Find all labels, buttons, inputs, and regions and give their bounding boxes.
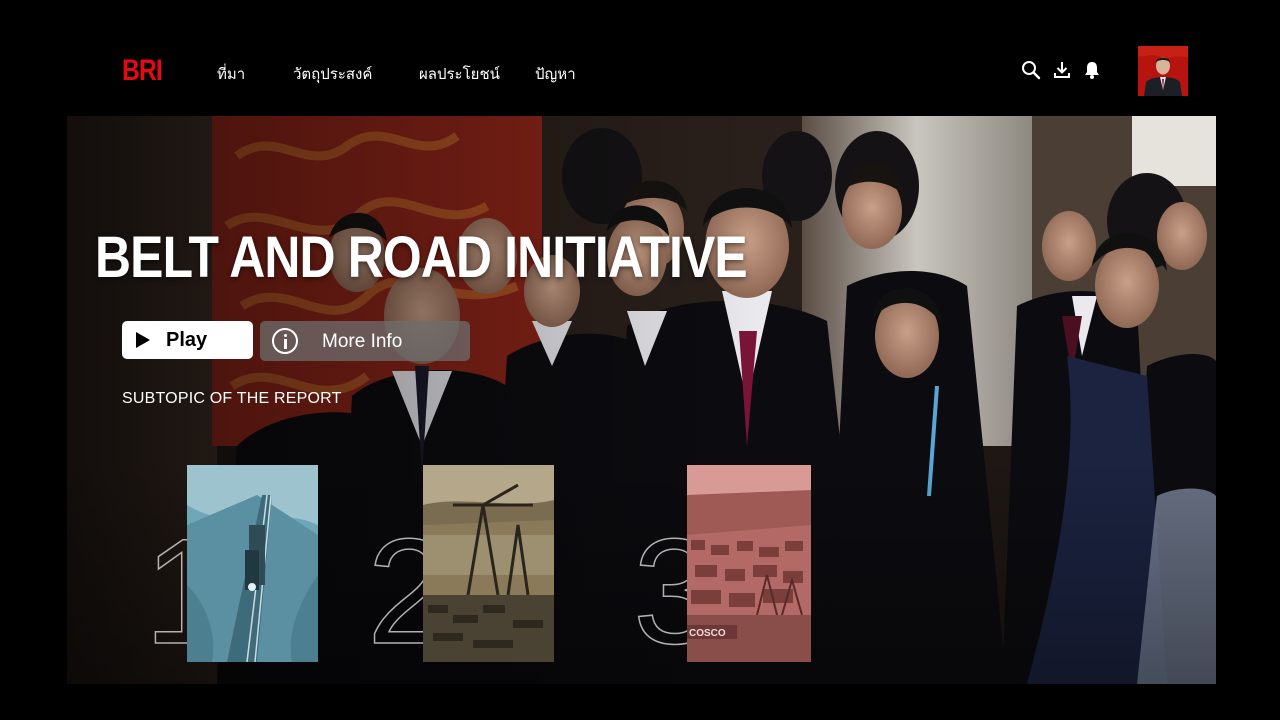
railway-thumbnail <box>187 465 318 662</box>
port-crane-thumbnail <box>423 465 554 662</box>
brand-logo[interactable]: BRI <box>122 54 163 88</box>
nav-item-objectives[interactable]: วัตถุประสงค์ <box>293 62 372 86</box>
hero-title: BELT AND ROAD INITIATIVE <box>95 225 748 290</box>
download-icon[interactable] <box>1052 60 1072 80</box>
profile-avatar-image <box>1138 46 1188 96</box>
topic-card-2[interactable] <box>423 465 554 662</box>
info-icon <box>272 328 298 354</box>
nav-item-problems[interactable]: ปัญหา <box>535 62 576 86</box>
nav-item-origin[interactable]: ที่มา <box>217 62 245 86</box>
cosco-caption: COSCO <box>689 628 726 639</box>
topic-card-1[interactable] <box>187 465 318 662</box>
play-icon <box>136 332 150 348</box>
more-info-button[interactable]: More Info <box>260 321 470 361</box>
subtopic-label: SUBTOPIC OF THE REPORT <box>122 390 342 407</box>
hero-banner: BELT AND ROAD INITIATIVE Play More Info … <box>67 116 1216 684</box>
nav-item-benefits[interactable]: ผลประโยชน์ <box>419 62 500 86</box>
more-info-label: More Info <box>322 331 403 352</box>
play-button[interactable]: Play <box>122 321 253 359</box>
topic-card-3[interactable]: COSCO <box>687 465 818 662</box>
bell-icon[interactable] <box>1082 60 1102 80</box>
profile-avatar[interactable] <box>1138 46 1188 96</box>
play-button-label: Play <box>166 329 208 351</box>
top-navigation: BRI ที่มา วัตถุประสงค์ ผลประโยชน์ ปัญหา <box>0 0 1280 116</box>
search-icon[interactable] <box>1021 60 1041 80</box>
